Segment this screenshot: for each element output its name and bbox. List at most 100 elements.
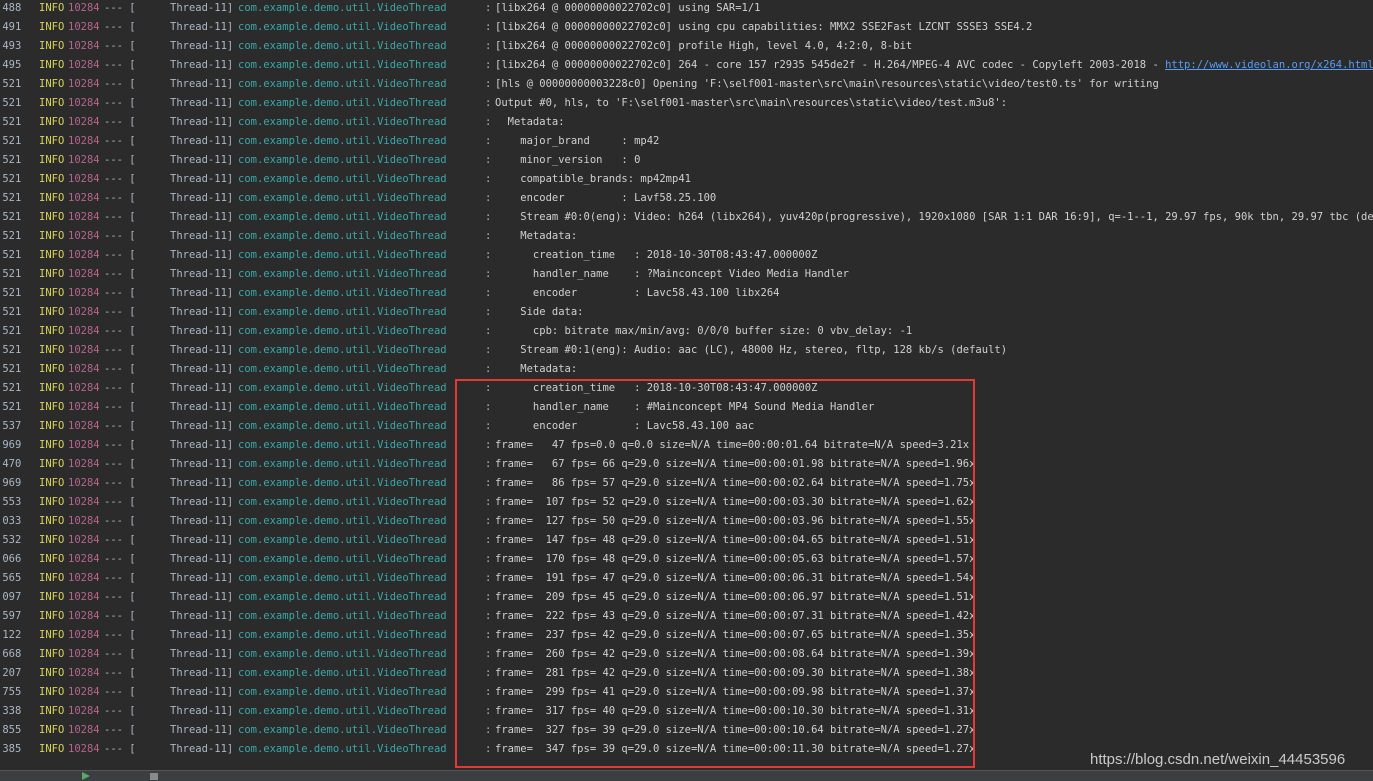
log-colon: : xyxy=(485,173,492,185)
log-separator: --- [ xyxy=(104,192,136,204)
log-level: INFO xyxy=(39,21,65,33)
log-line: .033 INFO10284 --- [Thread-11] com.example.… xyxy=(0,512,1373,531)
log-line: .521 INFO10284 --- [Thread-11] com.example.… xyxy=(0,94,1373,113)
log-message: frame= 299 fps= 41 q=29.0 size=N/A time=… xyxy=(495,683,975,702)
log-pid: 10284 xyxy=(68,667,100,679)
log-line: .493 INFO10284 --- [Thread-11] com.example.… xyxy=(0,37,1373,56)
log-logger: com.example.demo.util.VideoThread xyxy=(238,458,447,470)
log-pid: 10284 xyxy=(68,211,100,223)
log-message: handler_name : #Mainconcept MP4 Sound Me… xyxy=(495,398,874,417)
log-line: .755 INFO10284 --- [Thread-11] com.example.… xyxy=(0,683,1373,702)
log-colon: : xyxy=(485,363,492,375)
log-separator: --- [ xyxy=(104,97,136,109)
log-line: .521 INFO10284 --- [Thread-11] com.example.… xyxy=(0,189,1373,208)
log-message: frame= 281 fps= 42 q=29.0 size=N/A time=… xyxy=(495,664,975,683)
log-message-text: cpb: bitrate max/min/avg: 0/0/0 buffer s… xyxy=(495,325,913,337)
log-level: INFO xyxy=(39,344,65,356)
log-pid: 10284 xyxy=(68,21,100,33)
todo-icon[interactable] xyxy=(150,773,158,780)
log-pid: 10284 xyxy=(68,610,100,622)
log-level: INFO xyxy=(39,382,65,394)
status-bar xyxy=(0,770,1373,781)
log-separator: --- [ xyxy=(104,211,136,223)
log-message-text: Stream #0:1(eng): Audio: aac (LC), 48000… xyxy=(495,344,1008,356)
log-level: INFO xyxy=(39,458,65,470)
log-time: .385 xyxy=(0,743,22,755)
log-pid: 10284 xyxy=(68,553,100,565)
log-separator: --- [ xyxy=(104,515,136,527)
log-message-text: frame= 327 fps= 39 q=29.0 size=N/A time=… xyxy=(495,724,976,736)
log-line: .521 INFO10284 --- [Thread-11] com.example.… xyxy=(0,341,1373,360)
log-logger: com.example.demo.util.VideoThread xyxy=(238,572,447,584)
log-time: .521 xyxy=(0,116,22,128)
log-separator: --- [ xyxy=(104,420,136,432)
log-colon: : xyxy=(485,705,492,717)
log-time: .491 xyxy=(0,21,22,33)
log-logger: com.example.demo.util.VideoThread xyxy=(238,40,447,52)
log-message: frame= 47 fps=0.0 q=0.0 size=N/A time=00… xyxy=(495,436,969,455)
log-message-text: frame= 222 fps= 43 q=29.0 size=N/A time=… xyxy=(495,610,976,622)
log-separator: --- [ xyxy=(104,21,136,33)
log-pid: 10284 xyxy=(68,705,100,717)
log-pid: 10284 xyxy=(68,515,100,527)
log-message: frame= 237 fps= 42 q=29.0 size=N/A time=… xyxy=(495,626,975,645)
log-thread: Thread-11] xyxy=(170,648,234,660)
log-pid: 10284 xyxy=(68,97,100,109)
log-message: [libx264 @ 00000000022702c0] 264 - core … xyxy=(495,56,1373,75)
log-pid: 10284 xyxy=(68,686,100,698)
log-line: .521 INFO10284 --- [Thread-11] com.example.… xyxy=(0,398,1373,417)
log-time: .521 xyxy=(0,287,22,299)
log-pid: 10284 xyxy=(68,59,100,71)
log-time: .521 xyxy=(0,192,22,204)
log-logger: com.example.demo.util.VideoThread xyxy=(238,59,447,71)
log-logger: com.example.demo.util.VideoThread xyxy=(238,648,447,660)
log-line: .521 INFO10284 --- [Thread-11] com.example.… xyxy=(0,303,1373,322)
log-level: INFO xyxy=(39,610,65,622)
log-logger: com.example.demo.util.VideoThread xyxy=(238,21,447,33)
log-message: cpb: bitrate max/min/avg: 0/0/0 buffer s… xyxy=(495,322,912,341)
log-colon: : xyxy=(485,458,492,470)
log-message-text: major_brand : mp42 xyxy=(495,135,660,147)
run-icon[interactable] xyxy=(82,772,90,780)
log-time: .521 xyxy=(0,268,22,280)
console-output[interactable]: .488INFO10284--- [Thread-11]com.example.… xyxy=(0,0,1373,770)
log-time: .537 xyxy=(0,420,22,432)
log-thread: Thread-11] xyxy=(170,610,234,622)
log-message: Output #0, hls, to 'F:\self001-master\sr… xyxy=(495,94,1007,113)
log-line: .553 INFO10284 --- [Thread-11] com.example.… xyxy=(0,493,1373,512)
log-logger: com.example.demo.util.VideoThread xyxy=(238,78,447,90)
log-message: frame= 260 fps= 42 q=29.0 size=N/A time=… xyxy=(495,645,975,664)
log-separator: --- [ xyxy=(104,59,136,71)
log-thread: Thread-11] xyxy=(170,173,234,185)
log-message: Metadata: xyxy=(495,113,565,132)
log-thread: Thread-11] xyxy=(170,135,234,147)
log-time: .097 xyxy=(0,591,22,603)
log-pid: 10284 xyxy=(68,629,100,641)
log-colon: : xyxy=(485,2,492,14)
log-colon: : xyxy=(485,211,492,223)
log-level: INFO xyxy=(39,268,65,280)
log-time: .855 xyxy=(0,724,22,736)
log-separator: --- [ xyxy=(104,154,136,166)
log-logger: com.example.demo.util.VideoThread xyxy=(238,344,447,356)
log-separator: --- [ xyxy=(104,78,136,90)
log-pid: 10284 xyxy=(68,325,100,337)
log-time: .521 xyxy=(0,325,22,337)
log-line: .521 INFO10284 --- [Thread-11] com.example.… xyxy=(0,151,1373,170)
log-colon: : xyxy=(485,97,492,109)
log-separator: --- [ xyxy=(104,439,136,451)
log-thread: Thread-11] xyxy=(170,458,234,470)
log-thread: Thread-11] xyxy=(170,496,234,508)
log-separator: --- [ xyxy=(104,40,136,52)
log-separator: --- [ xyxy=(104,325,136,337)
log-separator: --- [ xyxy=(104,477,136,489)
log-line: .470 INFO10284 --- [Thread-11] com.example.… xyxy=(0,455,1373,474)
log-logger: com.example.demo.util.VideoThread xyxy=(238,591,447,603)
log-message: handler_name : ?Mainconcept Video Media … xyxy=(495,265,849,284)
log-separator: --- [ xyxy=(104,648,136,660)
log-colon: : xyxy=(485,477,492,489)
log-link[interactable]: http://www.videolan.org/x264.html xyxy=(1165,59,1373,71)
log-message: frame= 347 fps= 39 q=29.0 size=N/A time=… xyxy=(495,740,975,759)
log-thread: Thread-11] xyxy=(170,439,234,451)
log-message: frame= 317 fps= 40 q=29.0 size=N/A time=… xyxy=(495,702,975,721)
